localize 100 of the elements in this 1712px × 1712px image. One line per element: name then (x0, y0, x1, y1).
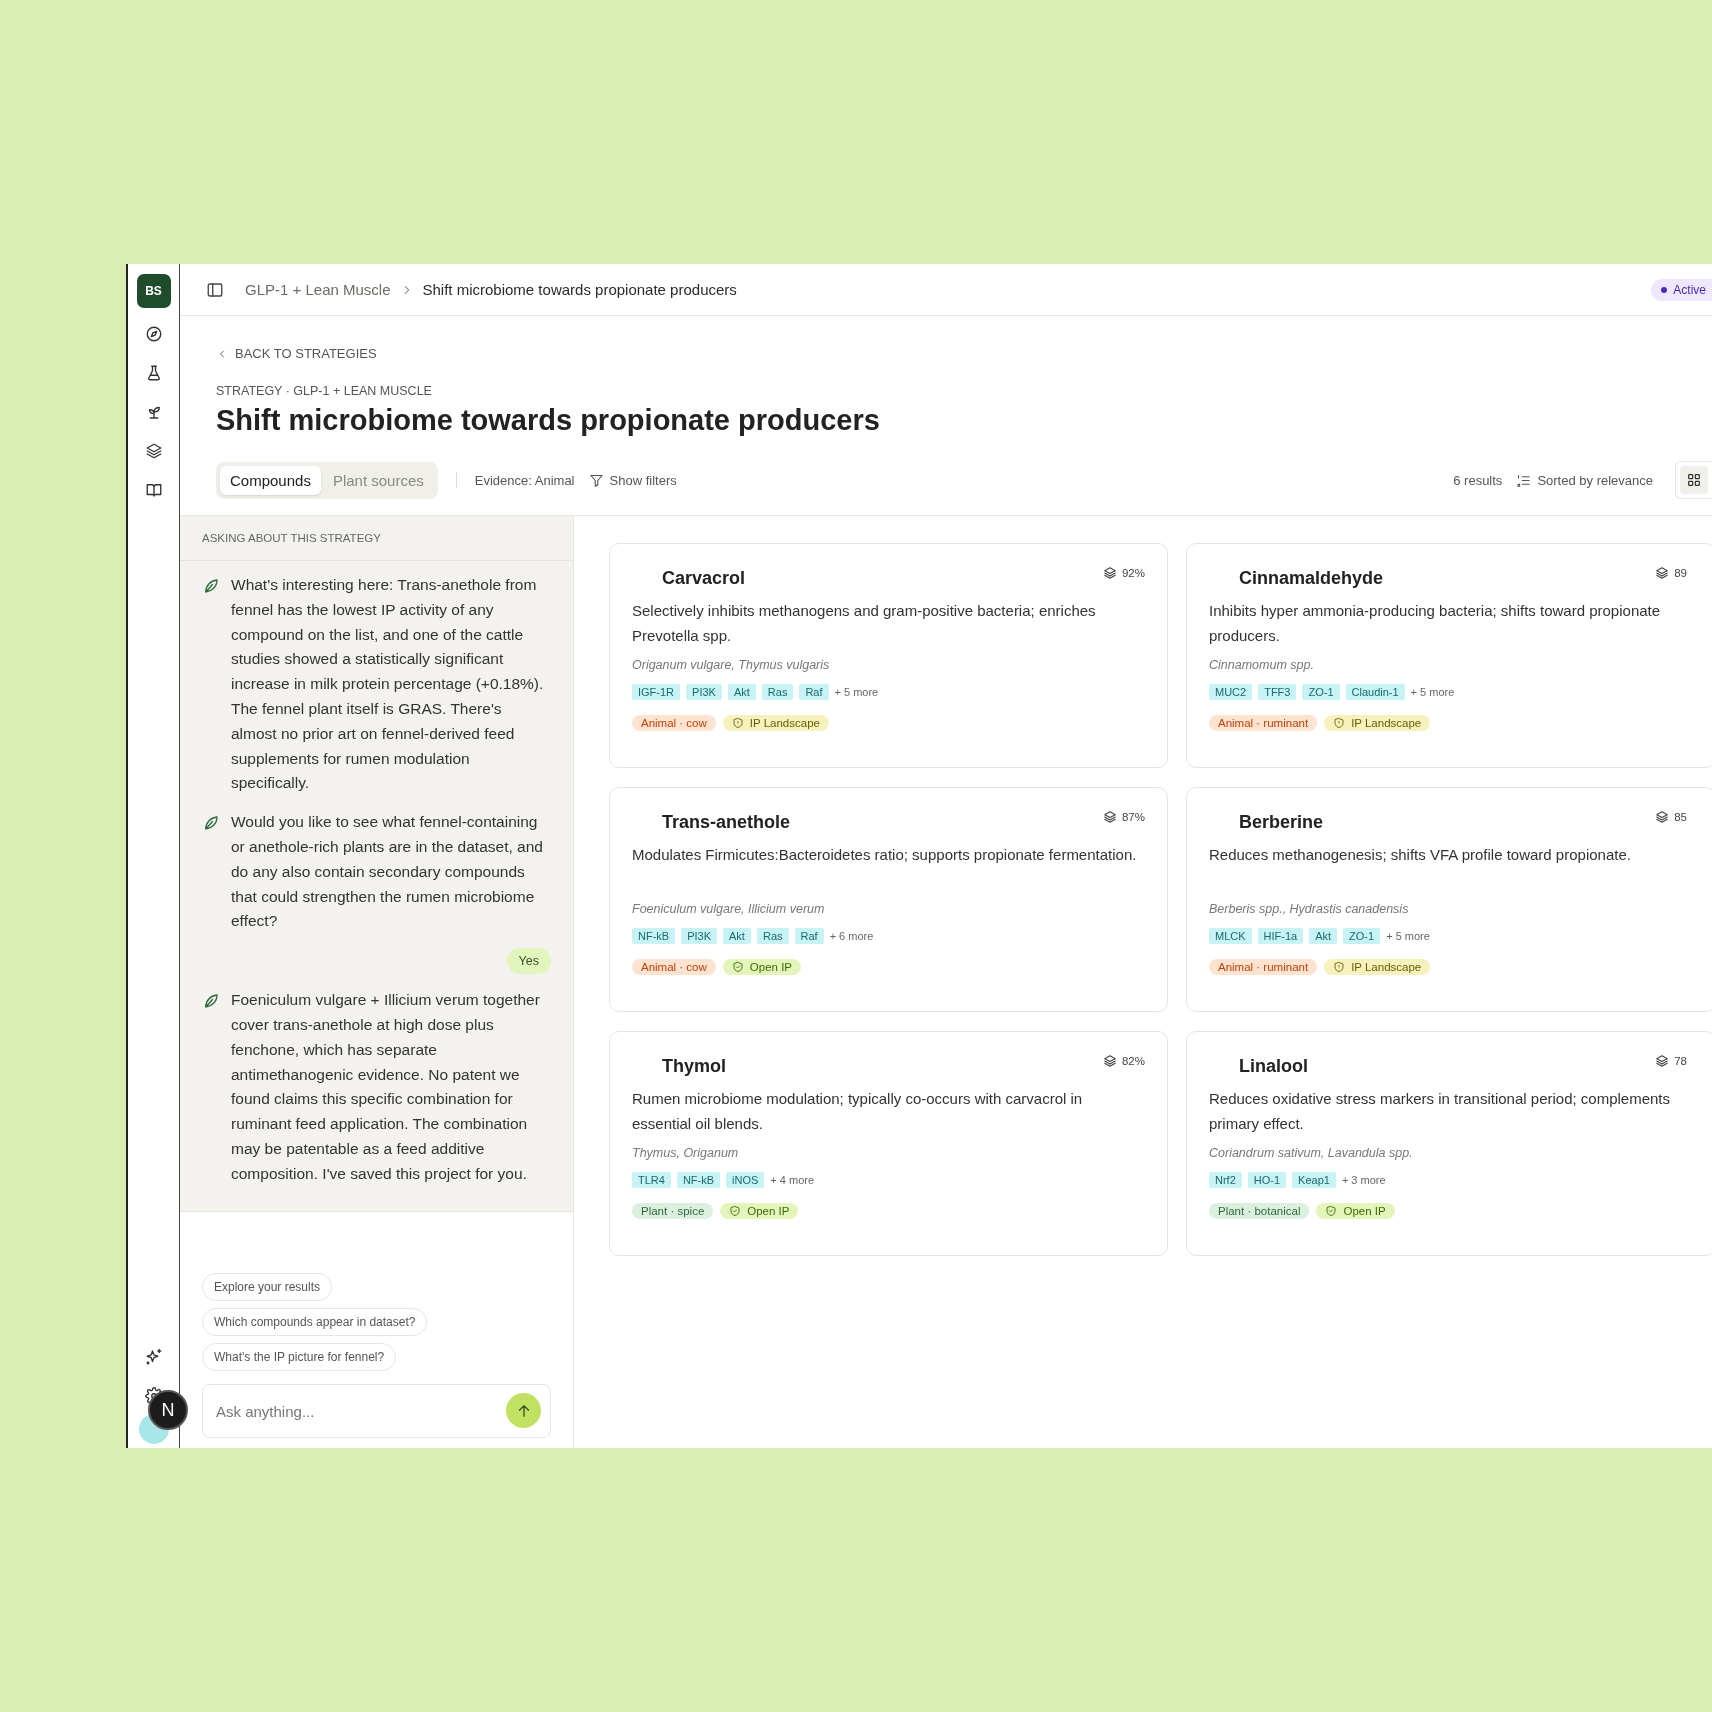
ip-tag: Open IP (1316, 1203, 1395, 1219)
compass-icon[interactable] (144, 325, 163, 343)
target-tag: HIF-1a (1257, 928, 1304, 944)
suggestion-chip[interactable]: What's the IP picture for fennel? (202, 1343, 397, 1371)
target-tag: Ras (761, 684, 794, 700)
evidence-filter[interactable]: Evidence: Animal (474, 472, 575, 488)
compound-description: Reduces oxidative stress markers in transitional period; complements primary effect. (1209, 1089, 1672, 1134)
more-count: + 5 more (834, 686, 879, 698)
plant-sources: Origanum vulgare, Thymus vulgaris (632, 658, 831, 672)
compound-description: Modulates Firmicutes:Bacteroidetes ratio; supports propionate fermentation. (632, 845, 1138, 865)
relevance-score: 85 (1655, 810, 1687, 824)
shield-check-icon (1325, 1205, 1338, 1217)
app-logo[interactable]: BS (136, 274, 171, 308)
plant-sources: Coriandrum sativum, Lavandula spp. (1209, 1146, 1414, 1160)
status-badge: Active (1651, 278, 1712, 301)
show-filters-button[interactable]: Show filters (588, 472, 677, 488)
leaf-icon (202, 577, 220, 595)
target-tag: TLR4 (632, 1172, 671, 1188)
target-tag: Ras (756, 928, 789, 944)
layers-icon (1102, 566, 1117, 580)
breadcrumb-item: Shift microbiome towards propionate producers (422, 281, 737, 298)
layers-icon (1102, 810, 1117, 824)
compound-name: Linalool (1238, 1056, 1308, 1077)
compound-name: Berberine (1238, 812, 1324, 833)
plant-sources: Cinnamomum spp. (1209, 658, 1315, 672)
target-tag: Raf (799, 684, 829, 700)
sparkle-icon[interactable] (144, 1348, 163, 1366)
target-tag: Akt (723, 928, 751, 944)
filter-icon (588, 472, 604, 488)
shield-check-icon (731, 961, 744, 973)
layers-icon (1102, 1054, 1117, 1068)
target-tag: Nrf2 (1209, 1172, 1242, 1188)
target-tag: MUC2 (1209, 684, 1253, 700)
compound-card[interactable]: Thymol 82% Rumen microbiome modulation; typically co-occurs with carvacrol in essential oil blends. Thymus, Origanum TLR4 NF-kB iNOS + 4 more Plant · spice Open IP (609, 1031, 1168, 1256)
compound-card[interactable]: Carvacrol 92% Selectively inhibits methanogens and gram-positive bacteria; enriches Prevotella spp. Origanum vulgare, Thymus vulgaris IGF-1R PI3K Akt Ras Raf + 5 more Animal · cow IP Landscape (609, 543, 1168, 768)
target-tag: Akt (727, 684, 756, 700)
plant-sources: Foeniculum vulgare, Illicium verum (632, 902, 826, 916)
book-icon[interactable] (144, 481, 163, 499)
target-tag: Raf (794, 928, 824, 944)
target-tag: Akt (1309, 928, 1338, 944)
source-tag: Animal · ruminant (1209, 715, 1318, 731)
relevance-score: 78 (1655, 1054, 1687, 1068)
shield-icon (1333, 961, 1346, 973)
source-tag: Plant · spice (632, 1203, 714, 1219)
target-tag: Keap1 (1292, 1172, 1336, 1188)
ip-tag: Open IP (722, 959, 802, 975)
source-tag: Animal · cow (632, 715, 716, 731)
sort-button[interactable]: Sorted by relevance (1516, 472, 1653, 488)
source-tag: Animal · ruminant (1209, 959, 1318, 975)
eyebrow-label: STRATEGY · GLP-1 + LEAN MUSCLE (216, 384, 433, 398)
target-tag: Claudin-1 (1345, 684, 1405, 700)
relevance-score: 82% (1102, 1054, 1145, 1068)
layers-icon (1655, 566, 1670, 580)
more-count: + 5 more (1410, 686, 1455, 698)
tab[interactable]: Compounds (220, 465, 321, 495)
target-tag: HO-1 (1247, 1172, 1287, 1188)
more-count: + 3 more (1341, 1174, 1386, 1186)
more-count: + 4 more (770, 1174, 815, 1186)
assistant-message: What's interesting here: Trans-anethole from fennel has the lowest IP activity of any compound on the list, and one of the cattle studies showed a statistically significant increase in milk protein percentage (+0.18%). The fennel plant itself is GRAS. There's almost no prior art on fennel-derived feed supplements for rumen modulation specifically. (231, 575, 545, 794)
more-count: + 5 more (1386, 930, 1430, 942)
leaf-icon (202, 992, 220, 1011)
target-tag: iNOS (726, 1172, 765, 1188)
layers-icon (1655, 810, 1670, 824)
compound-card[interactable]: Trans-anethole 87% Modulates Firmicutes:Bacteroidetes ratio; supports propionate fermentation. Foeniculum vulgare, Illicium verum NF-kB PI3K Akt Ras Raf + 6 more Animal · cow Open IP (609, 787, 1168, 1012)
plant-sources: Thymus, Origanum (632, 1146, 740, 1160)
sidebar-toggle-icon[interactable] (206, 280, 224, 299)
chat-heading: ASKING ABOUT THIS STRATEGY (180, 516, 573, 561)
suggestion-chip[interactable]: Explore your results (202, 1273, 333, 1301)
page-title: Shift microbiome towards propionate producers (216, 404, 881, 437)
shield-icon (731, 717, 744, 729)
relevance-score: 87% (1102, 810, 1145, 824)
ip-tag: IP Landscape (1324, 959, 1431, 975)
compound-name: Trans-anethole (661, 812, 791, 833)
target-tag: ZO-1 (1343, 928, 1381, 944)
dev-badge[interactable]: N (148, 1390, 188, 1430)
target-tag: NF-kB (676, 1172, 721, 1188)
shield-check-icon (729, 1205, 742, 1217)
user-message: Yes (506, 948, 551, 975)
assistant-message: Foeniculum vulgare + Illicium verum together cover trans-anethole at high dose plus fenchone, which has separate antimethanogenic evidence. No patent we found claims this specific combination for ruminant feed application. The combination may be patentable as a feed additive composition. I've saved this project for you. (231, 990, 541, 1184)
compound-description: Selectively inhibits methanogens and gram-positive bacteria; enriches Prevotella spp. (632, 601, 1097, 646)
ask-field[interactable]: Ask anything... (202, 1384, 551, 1438)
compound-name: Carvacrol (661, 568, 746, 589)
breadcrumb-item[interactable]: GLP-1 + Lean Muscle (245, 281, 391, 298)
suggestion-chip[interactable]: Which compounds appear in dataset? (202, 1308, 428, 1336)
sort-icon (1516, 472, 1532, 488)
target-tag: PI3K (686, 684, 722, 700)
shield-icon (1333, 717, 1346, 729)
ip-tag: IP Landscape (722, 715, 829, 731)
target-tag: MLCK (1209, 928, 1252, 944)
compound-description: Rumen microbiome modulation; typically co-occurs with carvacrol in essential oil blends. (632, 1089, 1084, 1134)
results-count: 6 results (1453, 472, 1503, 488)
relevance-score: 92% (1102, 566, 1145, 580)
compound-description: Reduces methanogenesis; shifts VFA profile toward propionate. (1209, 845, 1632, 865)
layers-icon (1655, 1054, 1670, 1068)
compound-description: Inhibits hyper ammonia-producing bacteria; shifts toward propionate producers. (1209, 601, 1662, 646)
layers-icon[interactable] (144, 442, 163, 460)
compound-name: Thymol (661, 1056, 726, 1077)
target-tag: TFF3 (1258, 684, 1297, 700)
compound-name: Cinnamaldehyde (1238, 568, 1384, 589)
back-link[interactable]: BACK TO STRATEGIES (216, 346, 377, 361)
